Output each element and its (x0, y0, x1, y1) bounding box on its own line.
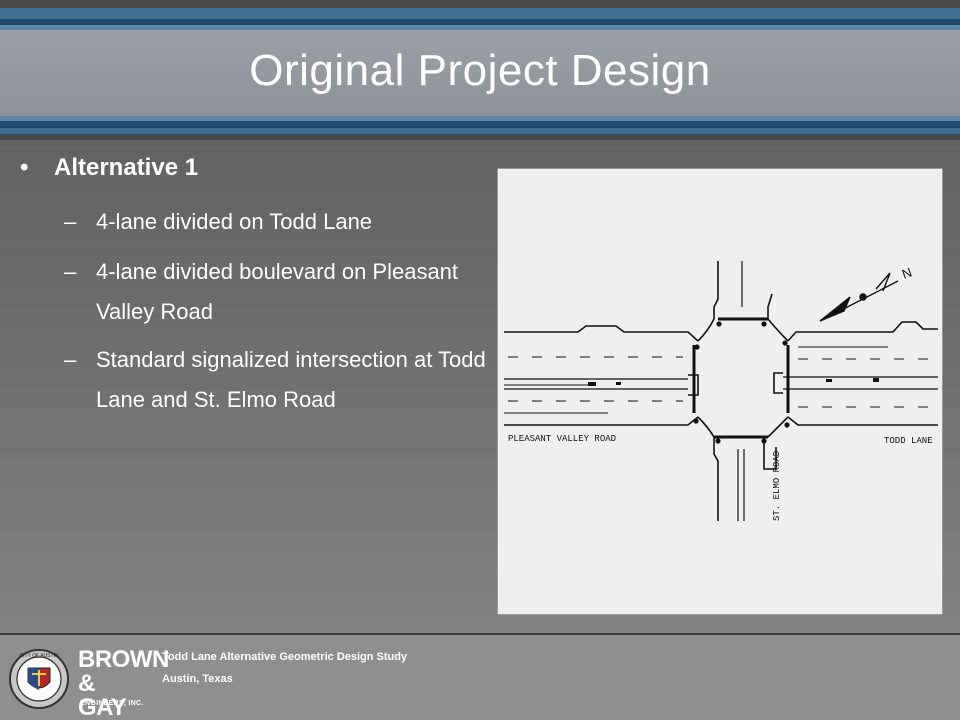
bullet-text: Alternative 1 (54, 154, 199, 181)
header-top-border (0, 0, 960, 8)
slide-title: Original Project Design (249, 46, 711, 95)
sub-bullet-dash: – (64, 209, 77, 234)
pleasant-valley-label: PLEASANT VALLEY ROAD (508, 434, 616, 444)
header-bottom-border (0, 134, 960, 140)
sub-bullet-text: 4-lane divided on Todd Lane (96, 209, 373, 234)
sub-bullet-text: Standard signalized intersection at Todd… (96, 347, 486, 412)
bullet-list: • Alternative 1 – 4-lane divided on Todd… (20, 150, 490, 420)
sub-bullet-text: 4-lane divided boulevard on Pleasant Val… (96, 259, 459, 324)
logo-subtext: ENGINEERS, INC. (80, 700, 144, 707)
bullet-item: • Alternative 1 (20, 150, 490, 186)
todd-lane-label: TODD LANE (884, 436, 933, 446)
sub-bullet-item: – 4-lane divided on Todd Lane (20, 202, 490, 242)
header-stripe (0, 121, 960, 128)
sub-bullet-item: – Standard signalized intersection at To… (20, 340, 490, 420)
logo-text: & GAY (78, 670, 127, 720)
bullet-dot: • (20, 154, 29, 181)
logo-text: BROWN (78, 646, 169, 673)
brown-gay-logo: BROWN & GAY ENGINEERS, INC. (78, 648, 169, 720)
sub-bullet-item: – 4-lane divided boulevard on Pleasant V… (20, 252, 490, 332)
sub-bullet-dash: – (64, 347, 77, 372)
footer-project-title: Todd Lane Alternative Geometric Design S… (162, 651, 408, 663)
intersection-drawing: N PLEASANT VALLEY ROAD TODD LANE ST. ELM… (497, 168, 943, 615)
north-label: N (900, 265, 914, 282)
st-elmo-label: ST. ELMO ROAD (772, 451, 782, 521)
intersection-plan-svg: N PLEASANT VALLEY ROAD TODD LANE ST. ELM… (504, 261, 938, 521)
seal-text: CITY OF AUSTIN (19, 653, 58, 659)
footer-location: Austin, Texas (162, 673, 233, 685)
city-seal-icon: CITY OF AUSTIN (9, 649, 69, 709)
sub-bullet-dash: – (64, 259, 77, 284)
header-stripe (0, 8, 960, 19)
